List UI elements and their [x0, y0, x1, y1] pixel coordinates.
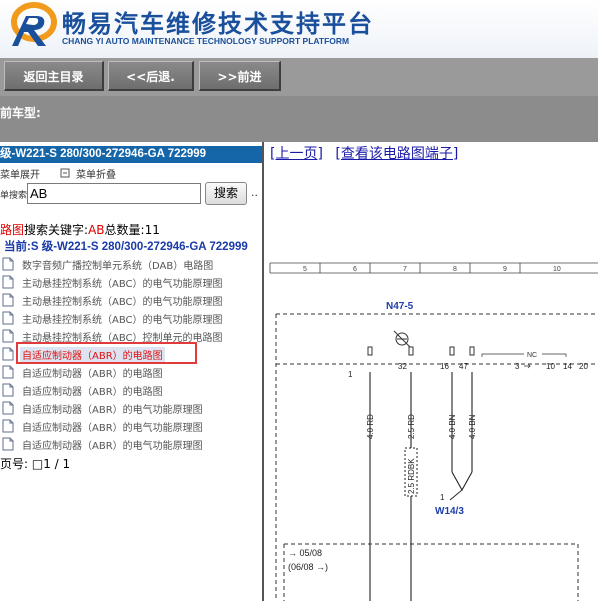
- sensor-symbol-icon: [393, 330, 411, 348]
- document-icon: [2, 365, 14, 379]
- view-terminals-link[interactable]: [查看该电路图端子]: [335, 146, 458, 162]
- document-icon: [2, 347, 14, 361]
- left-panel: 级-W221-S 280/300-272946-GA 722999 菜单展开 菜…: [0, 142, 264, 601]
- result-item[interactable]: 数字音频广播控制单元系统（DAB）电路图: [0, 255, 262, 273]
- result-item-label: 自适应制动器（ABR）的电气功能原理图: [22, 441, 203, 452]
- result-item[interactable]: 自适应制动器（ABR）的电气功能原理图: [0, 417, 262, 435]
- wire-label: 4.0 BN: [468, 414, 477, 439]
- note-1: → 05/08: [288, 548, 322, 558]
- search-result-summary: 路图搜索关键字:AB总数量:11: [0, 223, 160, 237]
- wire-label: 4.0 RD: [366, 414, 375, 439]
- result-item[interactable]: 自适应制动器（ABR）的电路图: [0, 363, 262, 381]
- model-title: 级-W221-S 280/300-272946-GA 722999: [0, 146, 262, 163]
- header: 畅易汽车维修技术支持平台 CHANG YI AUTO MAINTENANCE T…: [0, 0, 598, 58]
- component-label: N47-5: [386, 301, 414, 312]
- result-item-label: 主动悬挂控制系统（ABC）的电气功能原理图: [22, 315, 223, 326]
- menu-expand-link[interactable]: 菜单展开: [0, 166, 40, 181]
- result-item-label: 自适应制动器（ABR）的电气功能原理图: [22, 423, 203, 434]
- pin-marker: [449, 346, 455, 356]
- document-icon: [2, 293, 14, 307]
- pin-label: 20: [579, 362, 588, 371]
- nc-label: NC: [527, 352, 537, 359]
- result-item[interactable]: 自适应制动器（ABR）的电气功能原理图: [0, 399, 262, 417]
- current-model-line: 当前:S 级-W221-S 280/300-272946-GA 722999: [4, 241, 248, 253]
- diagram-ruler: 5 6 7 8 9 10: [269, 262, 598, 274]
- result-item-label: 自适应制动器（ABR）的电路图: [22, 387, 163, 398]
- pin-label: 32: [398, 362, 407, 371]
- home-button[interactable]: 返回主目录: [4, 61, 104, 91]
- result-item-label: 自适应制动器（ABR）的电气功能原理图: [22, 405, 203, 416]
- ruler-label: 5: [303, 266, 307, 273]
- pin-label: 3: [515, 362, 520, 371]
- pin-marker: [469, 346, 475, 356]
- result-item[interactable]: 主动悬挂控制系统（ABC）的电气功能原理图: [0, 273, 262, 291]
- result-item[interactable]: 自适应制动器（ABR）的电路图: [0, 381, 262, 399]
- ruler-label: 9: [503, 266, 507, 273]
- site-subtitle: CHANG YI AUTO MAINTENANCE TECHNOLOGY SUP…: [62, 36, 350, 46]
- document-icon: [2, 257, 14, 271]
- cy-logo-icon: [11, 2, 57, 46]
- site-title: 畅易汽车维修技术支持平台: [62, 10, 374, 38]
- current-vehicle-label: 前车型:: [0, 106, 41, 120]
- menu-expand-label: 菜单展开: [0, 170, 40, 181]
- document-icon: [2, 275, 14, 289]
- search-input[interactable]: [27, 183, 201, 204]
- selection-highlight-box: [16, 342, 197, 364]
- result-item[interactable]: 自适应制动器（ABR）的电气功能原理图: [0, 435, 262, 453]
- folder-icon: [60, 168, 70, 178]
- wire-label: 2.5 RD: [407, 414, 416, 439]
- document-icon: [2, 419, 14, 433]
- result-item-label: 数字音频广播控制单元系统（DAB）电路图: [22, 261, 214, 272]
- pager: 页号: □1 / 1: [0, 457, 71, 471]
- current-vehicle-bar: 前车型:: [0, 96, 598, 142]
- result-item-label: 主动悬挂控制系统（ABC）的电气功能原理图: [22, 279, 223, 290]
- pin-marker: [367, 346, 373, 356]
- ruler-label: 10: [553, 266, 561, 273]
- prev-page-link[interactable]: [上一页]: [270, 146, 323, 162]
- search-label: 单搜索: [0, 191, 28, 201]
- menu-collapse-label: 菜单折叠: [76, 170, 116, 181]
- ruler-label: 8: [453, 266, 457, 273]
- pin-arrow-icon: [524, 363, 531, 369]
- result-item[interactable]: 主动悬挂控制系统（ABC）的电气功能原理图: [0, 291, 262, 309]
- connector-label: W14/3: [435, 506, 464, 517]
- wiring-diagram[interactable]: 5 6 7 8 9 10 N47-5 1 32 16 47 3 10 14 20 NC 4.0 RD 2.…: [266, 254, 598, 601]
- ruler-label: 6: [353, 266, 357, 273]
- diagram-panel: [上一页] [查看该电路图端子] 5 6 7 8 9 10 N47-5 1 32 16 47 3 1…: [266, 142, 598, 601]
- pin-label: 14: [563, 362, 572, 371]
- pin-marker: [408, 346, 414, 356]
- result-item-label: 主动悬挂控制系统（ABC）的电气功能原理图: [22, 297, 223, 308]
- pin-label: 10: [546, 362, 555, 371]
- pin-label: 1: [348, 370, 353, 379]
- nav-bar: 返回主目录 <<后退. >>前进: [0, 58, 598, 96]
- more-indicator: ..: [251, 186, 258, 199]
- back-button[interactable]: <<后退.: [108, 61, 194, 91]
- connector-pin: 1: [440, 493, 445, 502]
- search-button[interactable]: 搜索: [205, 182, 247, 205]
- document-icon: [2, 311, 14, 325]
- result-item-label: 自适应制动器（ABR）的电路图: [22, 369, 163, 380]
- diagram-links: [上一页] [查看该电路图端子]: [270, 143, 458, 163]
- wire-box-label: 2.5 RDBK: [407, 458, 416, 494]
- forward-button[interactable]: >>前进: [199, 61, 281, 91]
- wire-label: 4.0 BN: [448, 414, 457, 439]
- document-icon: [2, 383, 14, 397]
- result-item[interactable]: 主动悬挂控制系统（ABC）的电气功能原理图: [0, 309, 262, 327]
- pin-label: 16: [440, 362, 449, 371]
- menu-collapse-link[interactable]: 菜单折叠: [76, 166, 116, 181]
- note-2: (06/08 →): [288, 562, 328, 572]
- document-icon: [2, 329, 14, 343]
- ruler-label: 7: [403, 266, 407, 273]
- document-icon: [2, 401, 14, 415]
- document-icon: [2, 437, 14, 451]
- pin-label: 47: [459, 362, 468, 371]
